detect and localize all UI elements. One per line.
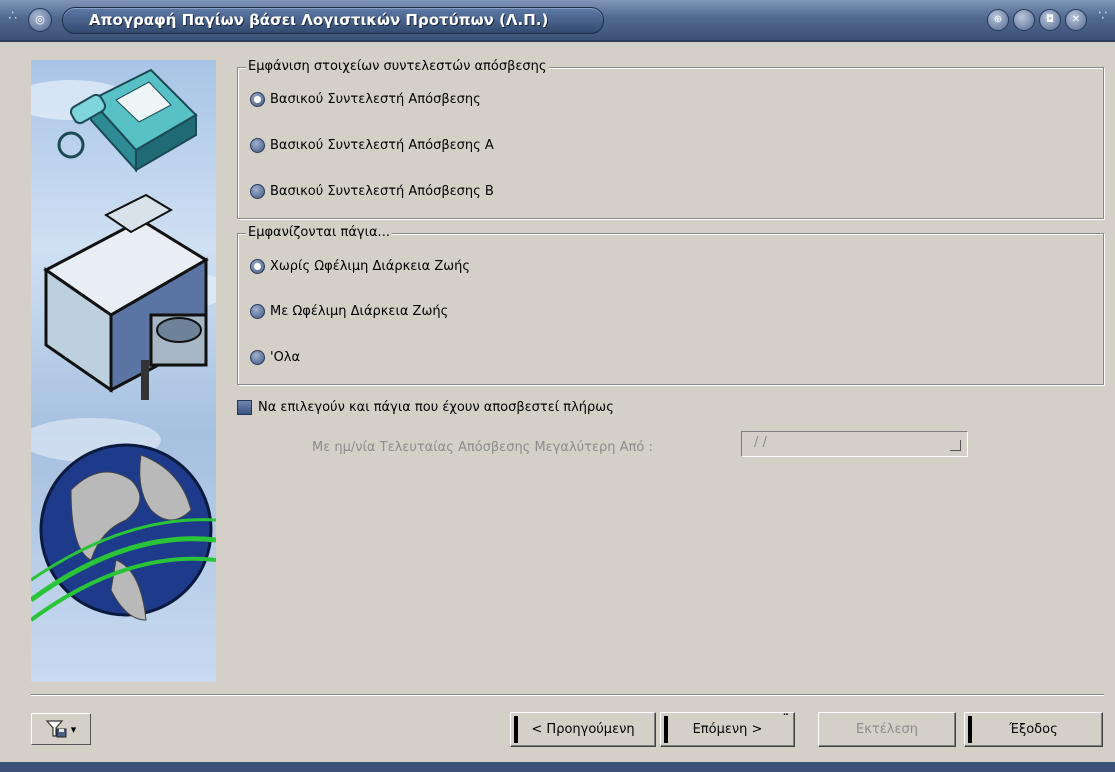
- window-bottom-border: [0, 762, 1115, 772]
- help-button[interactable]: ⊕: [987, 9, 1009, 31]
- window-controls: ⊕ ◘ ✕: [987, 9, 1087, 31]
- radio-icon[interactable]: [250, 350, 265, 365]
- title-bar[interactable]: ∴ ◎ Απογραφή Παγίων βάσει Λογιστικών Προ…: [0, 0, 1115, 42]
- assets-group-title: Εμφανίζονται πάγια...: [246, 225, 392, 240]
- focus-bar: [968, 716, 972, 743]
- radio-label: Βασικού Συντελεστή Απόσβεσης: [270, 92, 481, 107]
- radio-label: Βασικού Συντελεστή Απόσβεσης Α: [270, 138, 494, 153]
- grip-icon-right: ∵: [1098, 8, 1107, 24]
- radio-basic-rate[interactable]: Βασικού Συντελεστή Απόσβεσης: [250, 92, 481, 107]
- radio-label: Χωρίς Ωφέλιμη Διάρκεια Ζωής: [270, 259, 471, 274]
- exit-button-label: Έξοδος: [1009, 722, 1058, 737]
- window-title: Απογραφή Παγίων βάσει Λογιστικών Προτύπω…: [89, 11, 549, 29]
- radio-basic-rate-b[interactable]: Βασικού Συντελεστή Απόσβεσης Β: [250, 184, 494, 199]
- radio-label: 'Ολα: [270, 350, 301, 365]
- fax-machine-icon: [43, 193, 209, 400]
- last-depreciation-date-label: Με ημ/νία Τελευταίας Απόσβεσης Μεγαλύτερ…: [312, 440, 653, 455]
- radio-icon[interactable]: [250, 184, 265, 199]
- depreciation-group-title: Εμφάνιση στοιχείων συντελεστών απόσβεσης: [246, 59, 549, 74]
- radio-without-useful-life[interactable]: Χωρίς Ωφέλιμη Διάρκεια Ζωής: [250, 259, 470, 274]
- radio-with-useful-life[interactable]: Με Ωφέλιμη Διάρκεια Ζωής: [250, 304, 448, 319]
- date-value: / /: [754, 435, 767, 450]
- resize-corner-icon: [950, 440, 961, 451]
- globe-icon: [31, 443, 216, 622]
- default-indicator-icon: ¨: [782, 713, 789, 728]
- radio-icon[interactable]: [250, 304, 265, 319]
- radio-icon[interactable]: [250, 138, 265, 153]
- previous-button-label: < Προηγούμενη: [531, 722, 635, 737]
- filter-menu-button[interactable]: ▾: [31, 713, 91, 745]
- execute-button-label: Εκτέλεση: [856, 722, 918, 737]
- filter-icon: [45, 720, 67, 738]
- office-illustration-icon: [31, 68, 216, 622]
- grip-icon: ∴: [8, 8, 17, 24]
- assets-filter-group: Εμφανίζονται πάγια... Χωρίς Ωφέλιμη Διάρ…: [237, 225, 1104, 385]
- radio-label: Βασικού Συντελεστή Απόσβεσης Β: [270, 184, 494, 199]
- fully-depreciated-checkbox[interactable]: [237, 400, 252, 415]
- title-pill: Απογραφή Παγίων βάσει Λογιστικών Προτύπω…: [62, 7, 604, 34]
- maximize-button[interactable]: ◘: [1039, 9, 1061, 31]
- radio-icon[interactable]: [250, 259, 265, 274]
- close-button[interactable]: ✕: [1065, 9, 1087, 31]
- fully-depreciated-option[interactable]: Να επιλεγούν και πάγια που έχουν αποσβεσ…: [237, 400, 614, 415]
- focus-bar: [514, 716, 518, 743]
- radio-all[interactable]: 'Ολα: [250, 350, 300, 365]
- last-depreciation-date-input[interactable]: / /: [741, 431, 968, 457]
- dialog-window: ∴ ◎ Απογραφή Παγίων βάσει Λογιστικών Προ…: [0, 0, 1115, 772]
- exit-button[interactable]: Έξοδος: [964, 712, 1103, 747]
- radio-icon[interactable]: [250, 92, 265, 107]
- previous-button[interactable]: < Προηγούμενη: [510, 712, 656, 747]
- minimize-button[interactable]: [1013, 9, 1035, 31]
- radio-label: Με Ωφέλιμη Διάρκεια Ζωής: [270, 304, 449, 319]
- fully-depreciated-label: Να επιλεγούν και πάγια που έχουν αποσβεσ…: [258, 400, 614, 415]
- dropdown-arrow-icon: ▾: [70, 722, 77, 736]
- radio-basic-rate-a[interactable]: Βασικού Συντελεστή Απόσβεσης Α: [250, 138, 494, 153]
- window-menu-button[interactable]: ◎: [28, 8, 52, 32]
- side-illustration: [31, 60, 216, 682]
- execute-button[interactable]: Εκτέλεση: [818, 712, 956, 747]
- focus-bar: [664, 716, 668, 743]
- next-button-label: Επόμενη >: [692, 722, 763, 737]
- next-button[interactable]: Επόμενη > ¨: [660, 712, 795, 747]
- footer-separator: [31, 694, 1104, 696]
- depreciation-rates-group: Εμφάνιση στοιχείων συντελεστών απόσβεσης…: [237, 59, 1104, 219]
